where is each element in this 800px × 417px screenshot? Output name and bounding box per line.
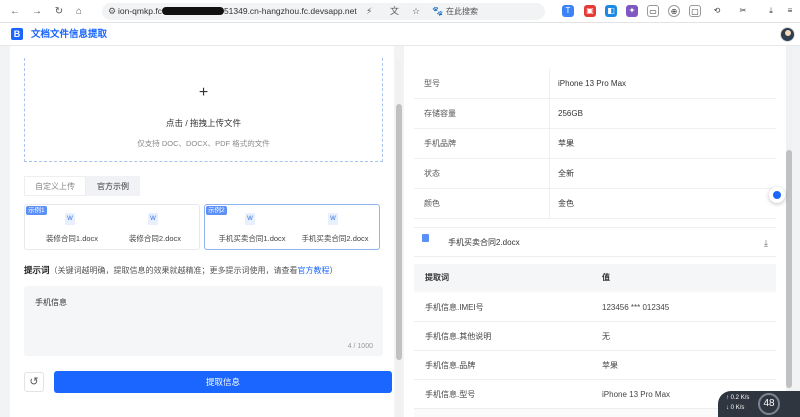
upload-speed: ↑ 0.2 K/s [726, 395, 750, 401]
table-header: 提取词 值 [414, 264, 776, 291]
tutorial-link[interactable]: 官方教程 [298, 266, 330, 275]
sample-file-name: 装修合同2.docx [128, 234, 182, 243]
app-title: 文档文件信息提取 [31, 29, 108, 40]
prompt-label: 提示词（关键词越明确，提取信息的效果就越精准；更多提示词使用，请查看官方教程） [24, 265, 338, 275]
app-header: B 文档文件信息提取 [0, 23, 800, 46]
scrollbar-thumb[interactable] [786, 150, 792, 388]
paw-icon[interactable]: 🐾 [432, 6, 443, 17]
source-tabs: 自定义上传 官方示例 [24, 176, 140, 196]
history-icon[interactable]: ⟲ [711, 5, 723, 17]
sample-file[interactable]: W 手机买卖合同2.docx [295, 209, 375, 247]
tab-official-examples[interactable]: 官方示例 [86, 176, 140, 196]
upload-hint: 仅支持 DOC、DOCX、PDF 格式的文件 [137, 139, 270, 148]
scrollbar-thumb[interactable] [396, 104, 402, 360]
downloads-icon[interactable]: ⤓ [765, 5, 777, 17]
spec-row: 状态 全新 [414, 159, 776, 189]
network-widget: ↑ 0.2 K/s ↓ 0 K/s 48 [718, 391, 800, 417]
star-icon[interactable]: ☆ [412, 6, 420, 17]
sample-group-1[interactable]: 示例1 W 装修合同1.docx W 装修合同2.docx [24, 204, 200, 250]
sample-file[interactable]: W 装修合同1.docx [32, 209, 112, 247]
avatar[interactable] [780, 27, 795, 42]
sample-file[interactable]: W 装修合同2.docx [115, 209, 195, 247]
extension-bookmark-icon[interactable]: ▭ [647, 5, 659, 17]
word-doc-icon: W [65, 213, 75, 225]
extension-translate-icon[interactable]: T [562, 5, 574, 17]
sample-file-name: 手机买卖合同1.docx [218, 234, 286, 243]
right-scrollbar[interactable] [786, 46, 792, 417]
result-panel: 型号 iPhone 13 Pro Max 存储容量 256GB 手机品牌 苹果 状态全… [404, 46, 786, 417]
word-doc-icon: W [245, 213, 255, 225]
result-file-row: 手机买卖合同2.docx ⤓ [414, 227, 776, 257]
lightning-icon[interactable]: ⚡ [366, 6, 372, 17]
app-logo: B [11, 28, 23, 40]
reset-icon[interactable]: ↺ [24, 372, 44, 392]
char-counter: 4 / 1000 [347, 343, 373, 350]
floating-assistant-icon[interactable] [769, 187, 785, 203]
download-icon[interactable]: ⤓ [764, 228, 768, 258]
redacted-block [161, 7, 224, 15]
extension-blue-icon[interactable]: ◧ [605, 5, 617, 17]
file-icon [422, 234, 429, 242]
extension-circle-icon[interactable]: ⊕ [668, 5, 680, 17]
word-doc-icon: W [328, 213, 338, 225]
site-info-icon[interactable]: ⚙ [108, 6, 118, 16]
forward-icon[interactable]: → [30, 4, 44, 18]
translate-icon[interactable]: 文 [390, 6, 399, 17]
column-header: 提取词 [425, 273, 449, 282]
upload-title: 点击 / 拖拽上传文件 [165, 118, 242, 128]
home-icon[interactable]: ⌂ [72, 4, 86, 18]
column-header: 值 [602, 273, 610, 282]
spec-row: 型号 iPhone 13 Pro Max [414, 69, 776, 99]
spec-row: 手机品牌 苹果 [414, 129, 776, 159]
extract-button[interactable]: 提取信息 [54, 371, 392, 393]
plus-icon: + [198, 84, 209, 101]
address-bar[interactable]: ⚙ ion-qmkp.fc 51349.cn-hangzhou.fc.devsap… [102, 3, 545, 20]
sample-file-name: 装修合同1.docx [45, 234, 99, 243]
prompt-textarea[interactable]: 手机信息 4 / 1000 [24, 286, 383, 356]
menu-icon[interactable]: ≡ [784, 5, 796, 17]
scissors-icon[interactable]: ✂ [737, 5, 749, 17]
browser-toolbar: ← → ↻ ⌂ ⚙ ion-qmkp.fc 51349.cn-hangzhou.f… [0, 0, 800, 23]
back-icon[interactable]: ← [8, 4, 22, 18]
table-row: 手机信息.品牌 苹果 [414, 351, 776, 380]
reload-icon[interactable]: ↻ [52, 4, 66, 18]
sample-file[interactable]: W 手机买卖合同1.docx [212, 209, 292, 247]
extension-sparkle-icon[interactable]: ✦ [626, 5, 638, 17]
upload-dropzone[interactable]: + 点击 / 拖拽上传文件 仅支持 DOC、DOCX、PDF 格式的文件 [24, 58, 383, 162]
word-doc-icon: W [148, 213, 158, 225]
sample-file-name: 手机买卖合同2.docx [301, 234, 369, 243]
table-row: 手机信息.IMEI号 123456 *** 012345 [414, 293, 776, 322]
spec-row: 存储容量 256GB [414, 99, 776, 129]
input-panel: + 点击 / 拖拽上传文件 仅支持 DOC、DOCX、PDF 格式的文件 自定义… [10, 46, 394, 417]
left-scrollbar[interactable] [396, 60, 402, 417]
usage-percent: 48 [758, 393, 780, 415]
result-file-name: 手机买卖合同2.docx [448, 238, 520, 247]
url-text: ion-qmkp.fc 51349.cn-hangzhou.fc.devsapp.… [118, 6, 357, 16]
tab-custom-upload[interactable]: 自定义上传 [24, 176, 86, 196]
table-row: 手机信息.其他说明无 [414, 322, 776, 351]
extension-tile-icon[interactable]: ▢ [689, 5, 701, 17]
spec-row: 颜色 金色 [414, 189, 776, 219]
search-hint[interactable]: 在此搜索 [446, 6, 478, 17]
sample-group-2[interactable]: 示例2 W 手机买卖合同1.docx W 手机买卖合同2.docx [204, 204, 380, 250]
extension-red-icon[interactable]: ▣ [584, 5, 596, 17]
sample-list: 示例1 W 装修合同1.docx W 装修合同2.docx 示例2 W 手机买卖… [24, 204, 380, 251]
prompt-value: 手机信息 [35, 298, 67, 307]
download-speed: ↓ 0 K/s [726, 405, 745, 411]
